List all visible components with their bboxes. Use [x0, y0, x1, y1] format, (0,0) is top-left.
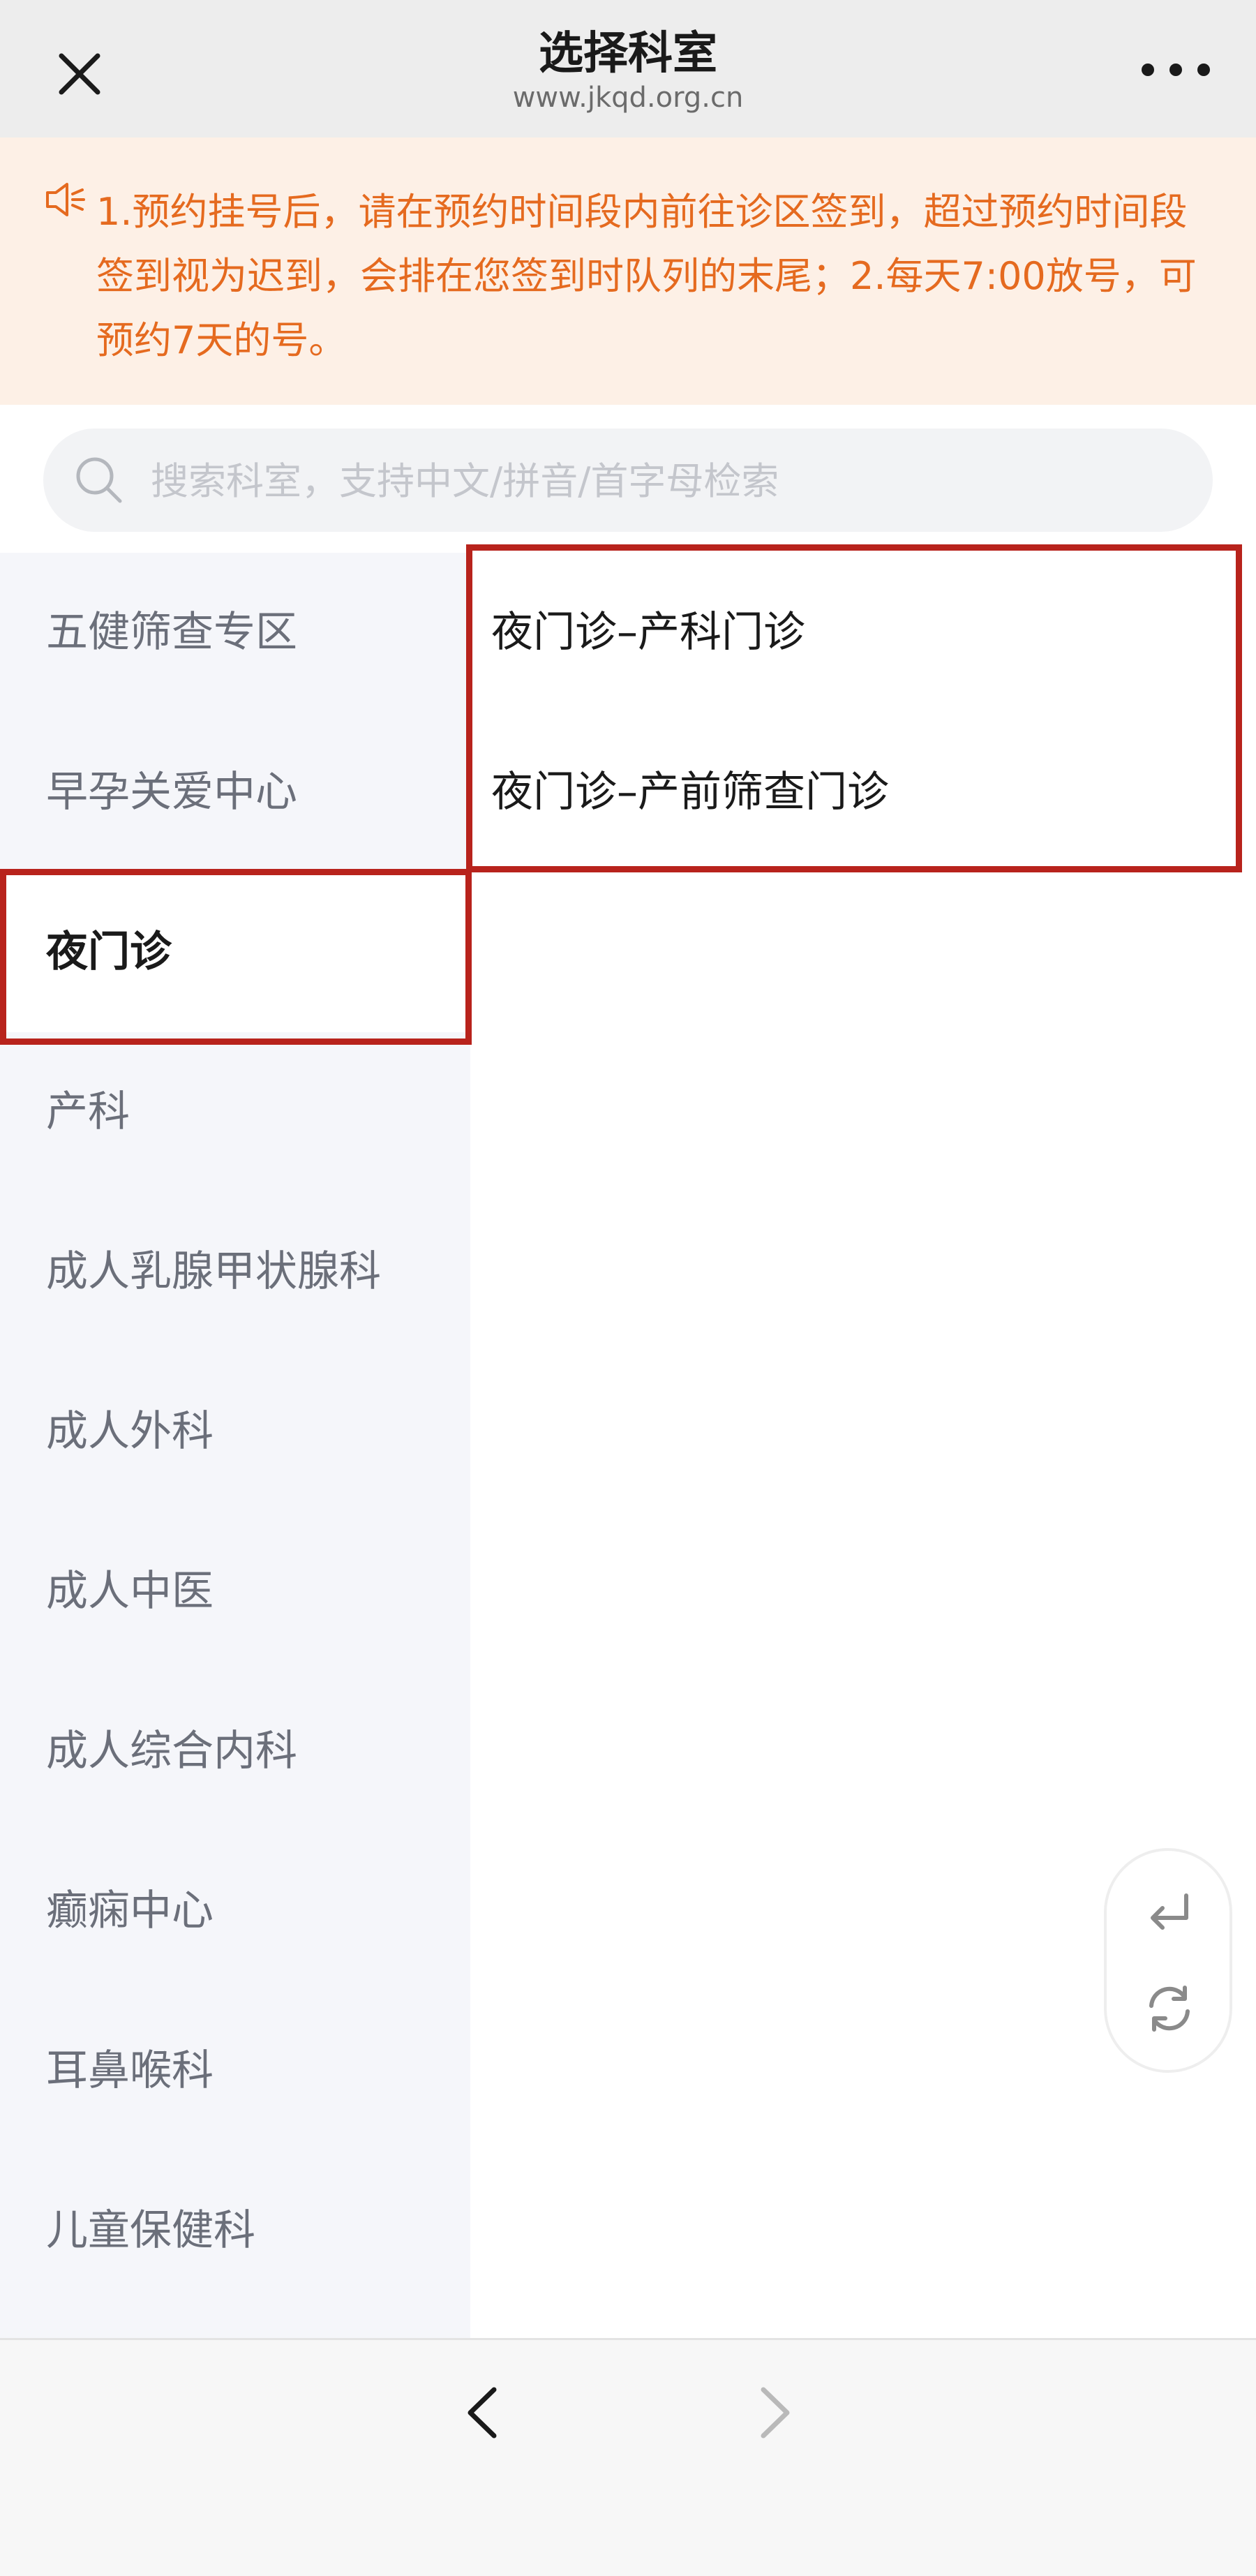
- return-arrow-icon: [1151, 1893, 1188, 1930]
- highlight-box-departments: [466, 544, 1242, 872]
- chevron-left-icon: [468, 2387, 497, 2439]
- notice-text: 1.预约挂号后，请在预约时间段内前往诊区签到，超过预约时间段签到视为迟到，会排在…: [96, 190, 1197, 362]
- sidebar-item-label: 癫痫中心: [46, 1886, 214, 1935]
- nav-forward-button[interactable]: [734, 2374, 811, 2451]
- sidebar-item-wujian[interactable]: 五健筛查专区: [0, 553, 470, 713]
- speaker-icon: [43, 180, 88, 219]
- sidebar-item-adult-internal[interactable]: 成人综合内科: [0, 1672, 470, 1831]
- highlight-box-active-category: [0, 869, 472, 1045]
- sidebar-item-obstetrics[interactable]: 产科: [0, 1032, 470, 1192]
- page-title: 选择科室: [539, 28, 717, 80]
- search-icon: [71, 452, 127, 508]
- sidebar-item-label: 早孕关爱中心: [46, 768, 297, 817]
- bottom-nav-bar: [0, 2338, 1256, 2576]
- sidebar-item-label: 耳鼻喉科: [46, 2046, 214, 2095]
- sidebar-item-label: 儿童保健科: [46, 2206, 255, 2255]
- nav-back-button[interactable]: [447, 2374, 523, 2451]
- sidebar-item-ent[interactable]: 耳鼻喉科: [0, 1991, 470, 2151]
- sidebar-item-label: 成人乳腺甲状腺科: [46, 1247, 381, 1296]
- search-input[interactable]: [149, 429, 1185, 533]
- return-button[interactable]: [1135, 1877, 1204, 1947]
- sidebar-item-label: 五健筛查专区: [46, 608, 297, 657]
- sidebar-item-adult-tcm[interactable]: 成人中医: [0, 1512, 470, 1672]
- sidebar-item-adult-surgery[interactable]: 成人外科: [0, 1352, 470, 1512]
- more-button[interactable]: [1130, 42, 1221, 98]
- sidebar-item-label: 成人综合内科: [46, 1727, 297, 1775]
- refresh-button[interactable]: [1135, 1974, 1204, 2043]
- chevron-right-icon: [761, 2387, 790, 2439]
- sidebar-item-breast-thyroid[interactable]: 成人乳腺甲状腺科: [0, 1192, 470, 1352]
- sidebar-item-label: 产科: [46, 1087, 130, 1136]
- sidebar-item-child-health[interactable]: 儿童保健科: [0, 2151, 470, 2311]
- sidebar-item-label: 成人中医: [46, 1567, 214, 1616]
- sidebar-item-label: 成人外科: [46, 1407, 214, 1456]
- page-domain: www.jkqd.org.cn: [512, 82, 744, 114]
- sidebar-item-epilepsy[interactable]: 癫痫中心: [0, 1831, 470, 1991]
- more-icon: [1142, 64, 1210, 76]
- refresh-icon: [1149, 1986, 1190, 2032]
- sidebar-item-zaoyun[interactable]: 早孕关爱中心: [0, 713, 470, 872]
